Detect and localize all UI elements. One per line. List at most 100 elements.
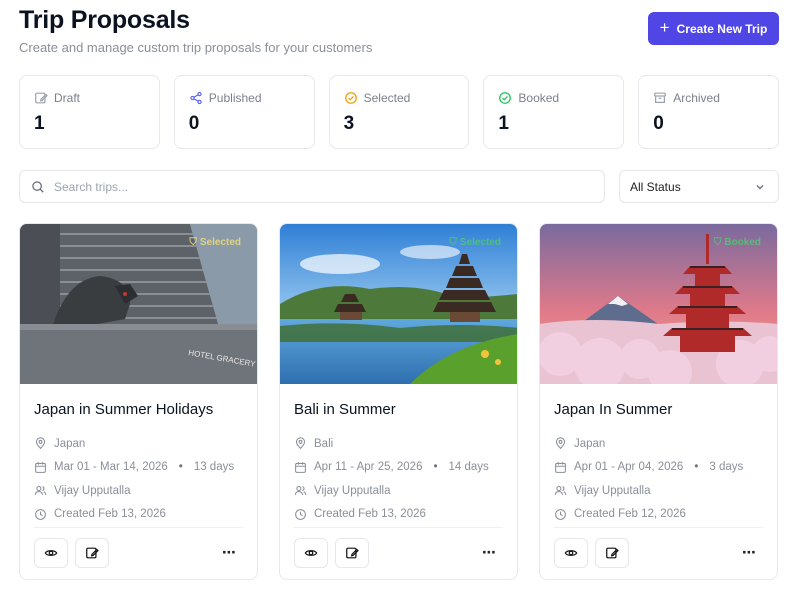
- view-button[interactable]: [294, 537, 328, 568]
- created-text: Created Feb 13, 2026: [54, 508, 166, 521]
- create-new-trip-button[interactable]: + Create New Trip: [648, 12, 779, 45]
- divider: [554, 527, 763, 528]
- eye-icon: [564, 549, 578, 556]
- trip-card[interactable]: ⛉ Selected Bali in Summer Bali Apr 11 - …: [279, 223, 518, 580]
- trip-created: Created Feb 13, 2026: [34, 503, 243, 527]
- trip-title[interactable]: Japan in Summer Holidays: [34, 401, 243, 418]
- page-title: Trip Proposals: [19, 6, 190, 34]
- trip-agent: Vijay Upputalla: [554, 479, 763, 503]
- trip-image: ⛉ Selected: [280, 224, 517, 384]
- stat-value: 0: [188, 113, 200, 134]
- users-icon: [34, 486, 47, 496]
- location-text: Japan: [54, 437, 86, 450]
- stat-label: Archived: [673, 91, 720, 105]
- edit-icon: [346, 547, 359, 558]
- agent-text: Vijay Upputalla: [314, 484, 391, 497]
- calendar-icon: [555, 461, 566, 473]
- users-icon: [554, 486, 567, 496]
- trip-image: HOTEL GRACERY ⛉ Selected: [20, 224, 257, 384]
- image-status-text: Selected: [199, 237, 241, 248]
- status-filter-select[interactable]: All Status: [619, 170, 779, 203]
- edit-button[interactable]: [75, 537, 109, 568]
- map-pin-icon: [295, 437, 306, 450]
- stat-card-draft[interactable]: Draft 1: [19, 75, 160, 149]
- stat-card-published[interactable]: Published 0: [173, 75, 315, 149]
- trip-actions: ⋯: [294, 537, 503, 568]
- page-header: Trip Proposals Create and manage custom …: [19, 6, 372, 55]
- draft-icon: [35, 92, 48, 104]
- agent-text: Vijay Upputalla: [54, 484, 131, 497]
- page-subtitle: Create and manage custom trip proposals …: [19, 40, 373, 55]
- create-new-trip-label: Create New Trip: [676, 21, 768, 36]
- eye-icon: [304, 549, 318, 556]
- view-button[interactable]: [34, 537, 68, 568]
- more-horizontal-icon: ⋯: [222, 544, 236, 560]
- trip-card[interactable]: ⛉ Booked Japan In Summer Japan Apr 01 - …: [539, 223, 778, 580]
- more-options-button[interactable]: ⋯: [475, 538, 503, 568]
- check-circle-icon: [344, 92, 357, 104]
- trip-title[interactable]: Japan In Summer: [554, 401, 763, 418]
- more-options-button[interactable]: ⋯: [735, 538, 763, 568]
- trip-created: Created Feb 12, 2026: [554, 503, 763, 527]
- stat-value: 3: [343, 113, 355, 134]
- trip-image: ⛉ Booked: [540, 224, 777, 384]
- trip-dates: Mar 01 - Mar 14, 2026 • 13 days: [34, 456, 243, 480]
- stat-value: 0: [653, 113, 664, 134]
- trip-location: Bali: [294, 432, 503, 456]
- check-circle-icon: [499, 92, 512, 104]
- users-icon: [294, 486, 307, 496]
- duration-text: 3 days: [709, 461, 744, 474]
- divider: [294, 527, 503, 528]
- dates-text: Apr 11 - Apr 25, 2026: [314, 461, 423, 474]
- archive-icon: [654, 92, 667, 103]
- trip-agent: Vijay Upputalla: [34, 479, 243, 503]
- more-options-button[interactable]: ⋯: [215, 538, 243, 568]
- map-pin-icon: [555, 437, 566, 450]
- edit-button[interactable]: [335, 537, 369, 568]
- status-stats: Draft 1 Published 0 Selected 3 Booked 1 …: [19, 75, 779, 149]
- image-status-badge: ⛉ Selected: [449, 237, 501, 248]
- image-status-text: Booked: [724, 237, 761, 248]
- clock-icon: [555, 508, 566, 520]
- edit-button[interactable]: [595, 537, 629, 568]
- created-text: Created Feb 12, 2026: [574, 508, 686, 521]
- trip-dates: Apr 11 - Apr 25, 2026 • 14 days: [294, 456, 503, 480]
- stat-value: 1: [34, 113, 45, 134]
- location-text: Bali: [314, 437, 334, 450]
- more-horizontal-icon: ⋯: [482, 544, 496, 560]
- location-text: Japan: [574, 437, 606, 450]
- search-box[interactable]: [19, 170, 605, 203]
- search-icon: [32, 180, 44, 193]
- trip-card[interactable]: HOTEL GRACERY ⛉ Selected Japan in Summer…: [19, 223, 258, 580]
- trip-title[interactable]: Bali in Summer: [294, 401, 503, 418]
- trip-agent: Vijay Upputalla: [294, 479, 503, 503]
- trip-location: Japan: [34, 432, 243, 456]
- duration-text: 14 days: [448, 461, 489, 474]
- chevron-down-icon: [756, 184, 764, 189]
- dates-text: Mar 01 - Mar 14, 2026: [54, 461, 168, 474]
- more-horizontal-icon: ⋯: [742, 544, 756, 560]
- shield-icon: ⛉: [713, 237, 722, 248]
- trip-actions: ⋯: [34, 537, 243, 568]
- divider: [34, 527, 243, 528]
- created-text: Created Feb 13, 2026: [314, 508, 426, 521]
- dates-text: Apr 01 - Apr 04, 2026: [574, 461, 684, 474]
- stat-card-booked[interactable]: Booked 1: [483, 75, 625, 149]
- stat-card-archived[interactable]: Archived 0: [638, 75, 779, 149]
- trip-actions: ⋯: [554, 537, 763, 568]
- share-icon: [190, 91, 202, 105]
- search-input[interactable]: [54, 179, 574, 194]
- image-status-text: Selected: [459, 237, 501, 248]
- stat-card-selected[interactable]: Selected 3: [328, 75, 470, 149]
- view-button[interactable]: [554, 537, 588, 568]
- shield-icon: ⛉: [449, 237, 457, 248]
- shield-icon: ⛉: [189, 237, 197, 248]
- edit-icon: [606, 547, 619, 558]
- agent-text: Vijay Upputalla: [574, 484, 651, 497]
- plus-icon: +: [659, 18, 670, 37]
- edit-icon: [86, 547, 99, 558]
- stat-value: 1: [498, 113, 509, 134]
- calendar-icon: [35, 461, 46, 473]
- stat-label: Published: [208, 91, 262, 105]
- clock-icon: [35, 508, 46, 520]
